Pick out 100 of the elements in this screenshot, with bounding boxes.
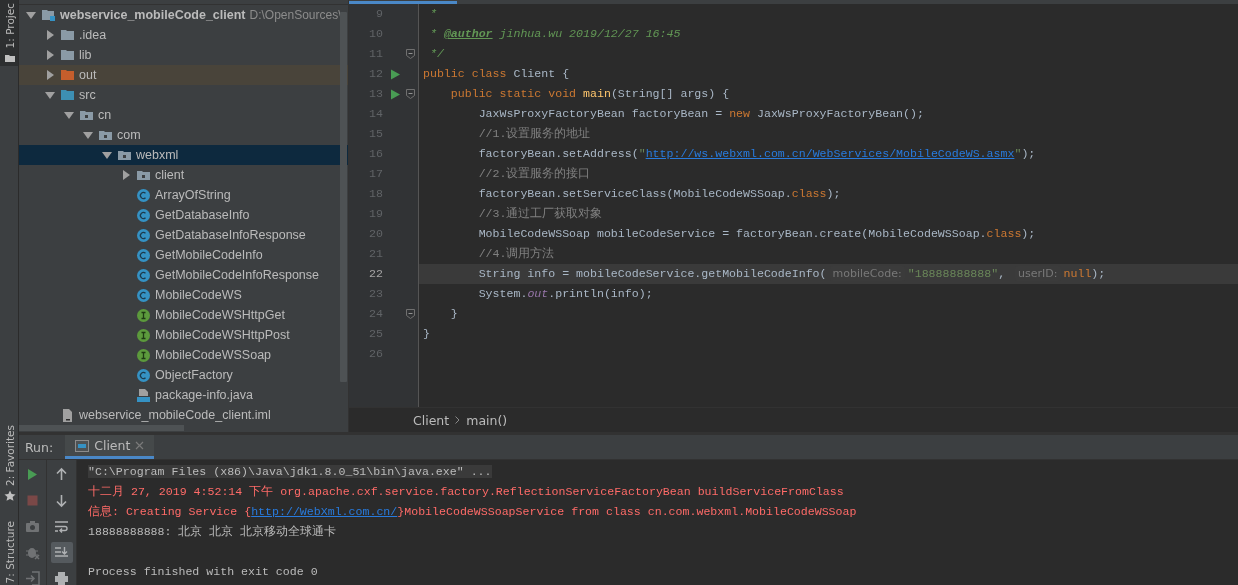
scrollbar[interactable] xyxy=(340,12,347,382)
print-icon xyxy=(54,571,69,585)
code-line: } xyxy=(422,326,431,342)
class-icon xyxy=(136,227,151,243)
log-message: 信息: Creating Service {http://WebXml.com.cn/}MobileCodeWSSoapService from class cn.com.webxml.MobileCodeWSSoap xyxy=(88,505,857,518)
tree-item[interactable]: MobileCodeWS xyxy=(19,285,348,305)
url-link[interactable]: http://ws.webxml.com.cn/WebServices/MobileCodeWS.asmx xyxy=(645,147,1015,160)
console-output: Process finished with exit code 0 xyxy=(88,565,318,578)
tree-item[interactable]: client xyxy=(19,165,348,185)
file-icon xyxy=(63,408,72,422)
file-icon xyxy=(136,387,151,403)
tree-item[interactable]: webservice_mobileCode_client D:\OpenSources\ xyxy=(19,5,348,25)
code-line: public static void main(String[] args) { xyxy=(449,86,731,102)
folder-icon xyxy=(60,27,75,43)
class-icon xyxy=(136,207,151,223)
code-line: factoryBean.setAddress("http://ws.webxml.com.cn/WebServices/MobileCodeWS.asmx"); xyxy=(477,146,1037,162)
scroll-to-end-button[interactable] xyxy=(50,542,73,563)
expanded-arrow-icon[interactable] xyxy=(82,129,94,141)
expanded-arrow-icon[interactable] xyxy=(63,109,75,121)
tree-item[interactable]: lib xyxy=(19,45,348,65)
collapsed-arrow-icon[interactable] xyxy=(44,49,56,61)
run-icon[interactable] xyxy=(390,88,400,100)
code-line: //4.调用方法 xyxy=(477,246,556,262)
bug-icon xyxy=(25,545,40,560)
collapsed-arrow-icon[interactable] xyxy=(44,69,56,81)
interface-icon xyxy=(136,327,151,343)
fold-icon[interactable] xyxy=(406,89,415,99)
tree-item[interactable]: GetDatabaseInfo xyxy=(19,205,348,225)
star-icon xyxy=(3,490,16,502)
class-icon xyxy=(136,247,151,263)
class-icon xyxy=(136,287,151,303)
tree-item[interactable]: package-info.java xyxy=(19,385,348,405)
code-line: MobileCodeWSSoap mobileCodeService = factoryBean.create(MobileCodeWSSoap.class); xyxy=(477,226,1037,242)
tree-item[interactable]: .idea xyxy=(19,25,348,45)
tree-item[interactable]: ArrayOfString xyxy=(19,185,348,205)
run-icon[interactable] xyxy=(390,68,400,80)
tool-window-button[interactable]: 2: Favorites xyxy=(0,422,18,505)
folder-icon xyxy=(3,52,16,64)
tree-item[interactable]: GetDatabaseInfoResponse xyxy=(19,225,348,245)
breadcrumb[interactable]: Client xyxy=(413,412,450,428)
collapsed-arrow-icon[interactable] xyxy=(44,29,56,41)
code-line: * xyxy=(428,6,438,22)
console-output: 18888888888: 北京 北京 北京移动全球通卡 xyxy=(88,525,337,538)
code-line: */ xyxy=(428,46,445,62)
tree-item[interactable]: MobileCodeWSSoap xyxy=(19,345,348,365)
stop-icon xyxy=(25,493,40,508)
expanded-arrow-icon[interactable] xyxy=(44,89,56,101)
scrollbar[interactable] xyxy=(19,425,184,431)
tree-item[interactable]: webservice_mobileCode_client.iml xyxy=(19,405,348,425)
fold-icon[interactable] xyxy=(406,309,415,319)
code-line: public class Client { xyxy=(422,66,571,82)
scroll-to-end-icon xyxy=(54,545,69,560)
expanded-arrow-icon[interactable] xyxy=(101,149,113,161)
exit-icon xyxy=(25,571,40,585)
soft-wrap-icon xyxy=(54,519,69,534)
run-label: Run: xyxy=(24,438,55,457)
close-icon[interactable] xyxy=(135,441,145,450)
code-line: //3.通过工厂获取对象 xyxy=(477,206,604,222)
class-icon xyxy=(136,367,151,383)
interface-icon xyxy=(136,347,151,363)
tree-item[interactable]: MobileCodeWSHttpPost xyxy=(19,325,348,345)
code-line: * @author jinhua.wu 2019/12/27 16:45 xyxy=(428,26,682,42)
tree-item[interactable]: com xyxy=(19,125,348,145)
down-arrow-icon xyxy=(54,493,69,508)
tree-item[interactable]: out xyxy=(19,65,348,85)
tree-item[interactable]: ObjectFactory xyxy=(19,365,348,385)
camera-icon xyxy=(25,519,40,534)
code-line: //2.设置服务的接口 xyxy=(477,166,592,182)
folder-icon xyxy=(60,87,75,103)
folder-icon xyxy=(60,47,75,63)
tree-item[interactable]: MobileCodeWSHttpGet xyxy=(19,305,348,325)
breadcrumb[interactable]: main() xyxy=(466,412,508,428)
class-icon xyxy=(136,267,151,283)
tree-item[interactable]: GetMobileCodeInfo xyxy=(19,245,348,265)
module-folder-icon xyxy=(41,7,56,23)
url-link[interactable]: http://WebXml.com.cn/ xyxy=(251,505,398,518)
run-icon xyxy=(25,467,40,482)
line-number: 22 xyxy=(368,266,384,282)
tool-window-button[interactable]: 7: Structure xyxy=(0,518,18,585)
tree-item[interactable]: webxml xyxy=(19,145,348,165)
collapsed-arrow-icon[interactable] xyxy=(120,169,132,181)
expanded-arrow-icon[interactable] xyxy=(25,9,37,21)
code-line: } xyxy=(449,306,459,322)
run-tab[interactable]: Client xyxy=(65,435,155,459)
chevron-icon xyxy=(455,416,461,424)
console-icon xyxy=(75,439,90,452)
up-arrow-icon xyxy=(54,467,69,482)
tree-item[interactable]: GetMobileCodeInfoResponse xyxy=(19,265,348,285)
interface-icon xyxy=(136,307,151,323)
tree-item[interactable]: src xyxy=(19,85,348,105)
tool-window-button[interactable]: 1: Projec xyxy=(0,0,18,67)
fold-icon[interactable] xyxy=(406,49,415,59)
code-line: //1.设置服务的地址 xyxy=(477,126,592,142)
log-message: 十二月 27, 2019 4:52:14 下午 org.apache.cxf.service.factory.ReflectionServiceFactoryBean buildServiceFromClass xyxy=(88,485,844,498)
tree-item[interactable]: cn xyxy=(19,105,348,125)
code-line: JaxWsProxyFactoryBean factoryBean = new JaxWsProxyFactoryBean(); xyxy=(477,106,925,122)
code-line: factoryBean.setServiceClass(MobileCodeWSSoap.class); xyxy=(477,186,842,202)
code-line: System.out.println(info); xyxy=(477,286,654,302)
folder-icon xyxy=(60,67,75,83)
class-icon xyxy=(136,187,151,203)
